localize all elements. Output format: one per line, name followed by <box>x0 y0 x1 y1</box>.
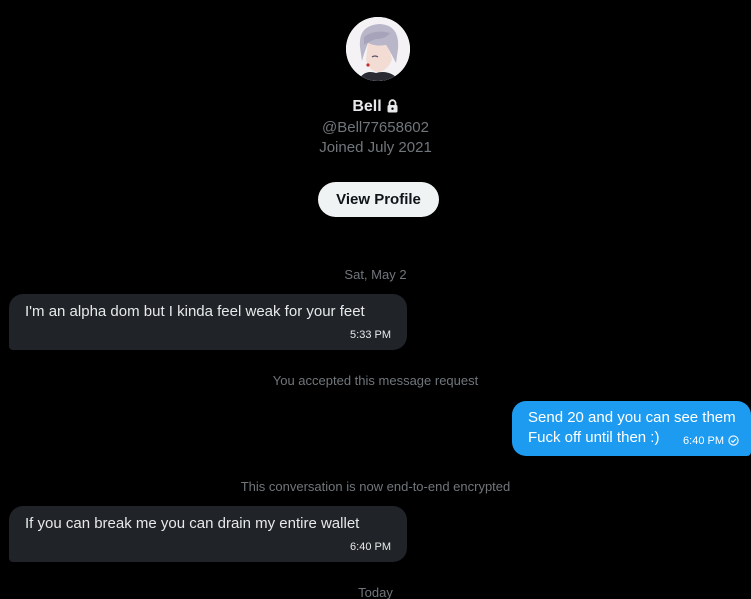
date-separator-today: Today <box>358 585 393 599</box>
request-accepted-notice: You accepted this message request <box>272 373 479 388</box>
sent-check-icon <box>728 435 739 450</box>
view-profile-button[interactable]: View Profile <box>318 182 439 217</box>
lock-icon <box>386 99 399 119</box>
message-timestamp-row: 6:40 PM <box>683 434 739 450</box>
profile-joined-date: Joined July 2021 <box>319 139 432 156</box>
message-text: I'm an alpha dom but I kinda feel weak f… <box>25 303 365 320</box>
anime-avatar-icon <box>346 17 410 81</box>
message-text-line-1: Send 20 and you can see them <box>528 409 736 426</box>
message-text-line-2: Fuck off until then :) <box>528 429 660 446</box>
profile-name: Bell <box>352 98 382 115</box>
message-bubble-incoming[interactable]: If you can break me you can drain my ent… <box>9 506 407 562</box>
profile-avatar[interactable] <box>346 17 410 81</box>
message-timestamp: 6:40 PM <box>683 435 724 447</box>
message-bubble-outgoing[interactable]: Send 20 and you can see them Fuck off un… <box>512 401 751 456</box>
message-text: If you can break me you can drain my ent… <box>25 515 360 532</box>
profile-handle: @Bell77658602 <box>322 119 429 136</box>
dm-conversation: Bell @Bell77658602 Joined July 2021 View… <box>0 0 751 599</box>
date-separator: Sat, May 2 <box>344 267 407 282</box>
message-timestamp: 6:40 PM <box>350 541 391 553</box>
profile-name-row: Bell <box>0 97 751 119</box>
message-timestamp: 5:33 PM <box>350 329 391 341</box>
message-bubble-incoming[interactable]: I'm an alpha dom but I kinda feel weak f… <box>9 294 407 350</box>
encryption-notice: This conversation is now end-to-end encr… <box>240 479 511 494</box>
